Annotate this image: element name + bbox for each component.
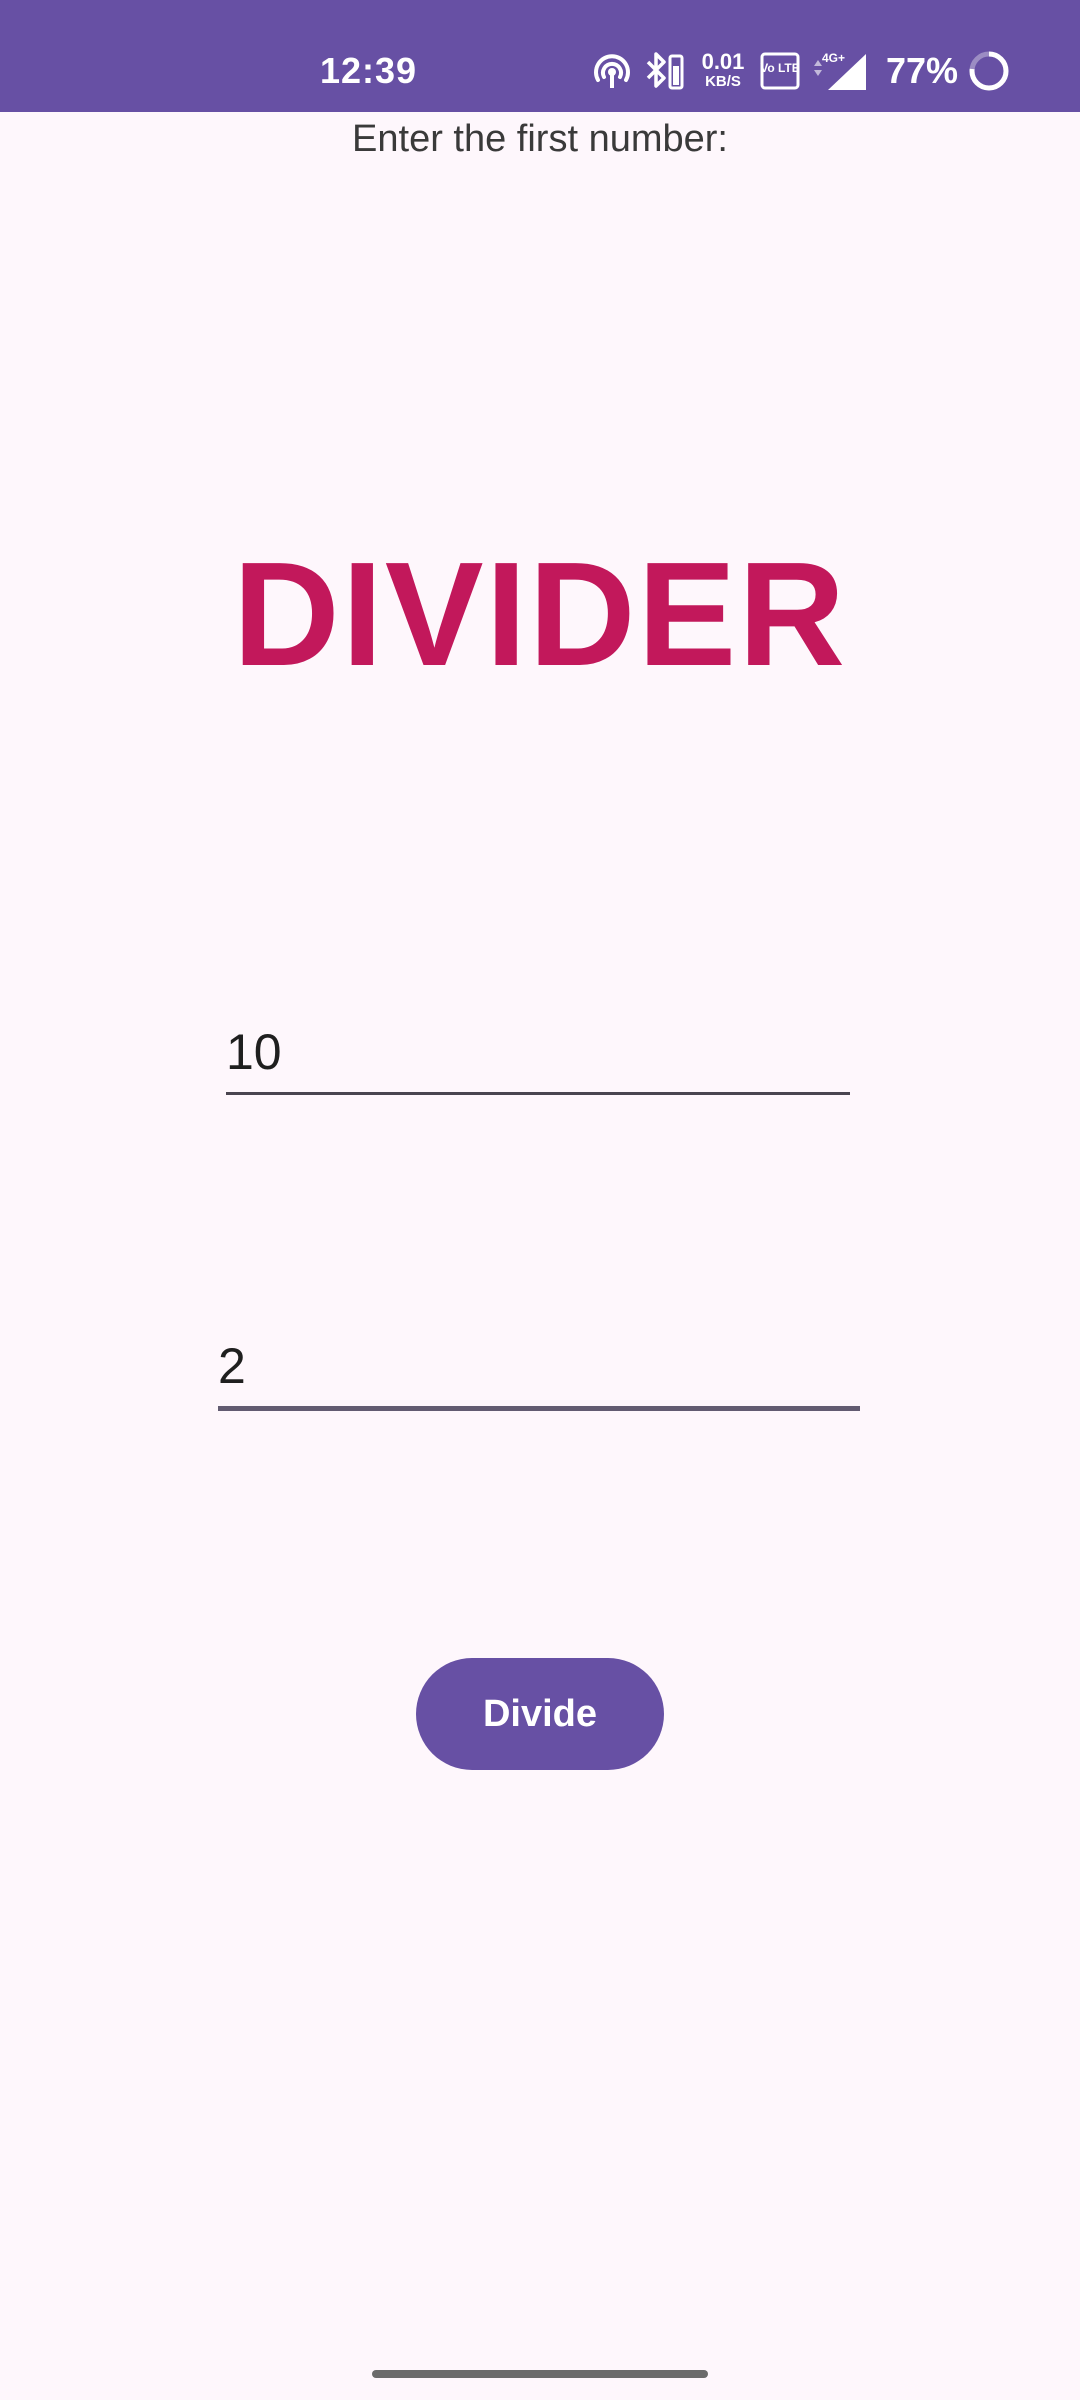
network-speed-icon: 0.01 KB/S — [698, 49, 748, 94]
volte-icon: Vo LTE — [760, 52, 800, 90]
battery-ring-icon — [969, 51, 1009, 91]
status-bar: 12:39 0.01 KB/S Vo LTE 4G+ 77% — [0, 0, 1080, 112]
first-number-input[interactable] — [226, 1012, 850, 1095]
app-screen: 12:39 0.01 KB/S Vo LTE 4G+ 77% Enter the… — [0, 0, 1080, 2400]
hotspot-icon — [594, 54, 630, 88]
gesture-navigation-bar[interactable] — [372, 2370, 708, 2378]
network-type-label: 4G+ — [822, 51, 845, 65]
second-number-input[interactable] — [218, 1326, 860, 1411]
divide-button[interactable]: Divide — [416, 1658, 664, 1770]
bluetooth-icon — [646, 52, 684, 90]
network-speed-value: 0.01 — [701, 49, 745, 74]
status-time: 12:39 — [320, 50, 418, 91]
network-speed-unit: KB/S — [705, 73, 741, 90]
battery-percent: 77% — [886, 50, 959, 91]
app-title: DIVIDER — [232, 532, 848, 697]
signal-icon: 4G+ — [814, 51, 866, 90]
volte-label: Vo LTE — [760, 61, 800, 75]
first-number-prompt: Enter the first number: — [352, 118, 728, 160]
